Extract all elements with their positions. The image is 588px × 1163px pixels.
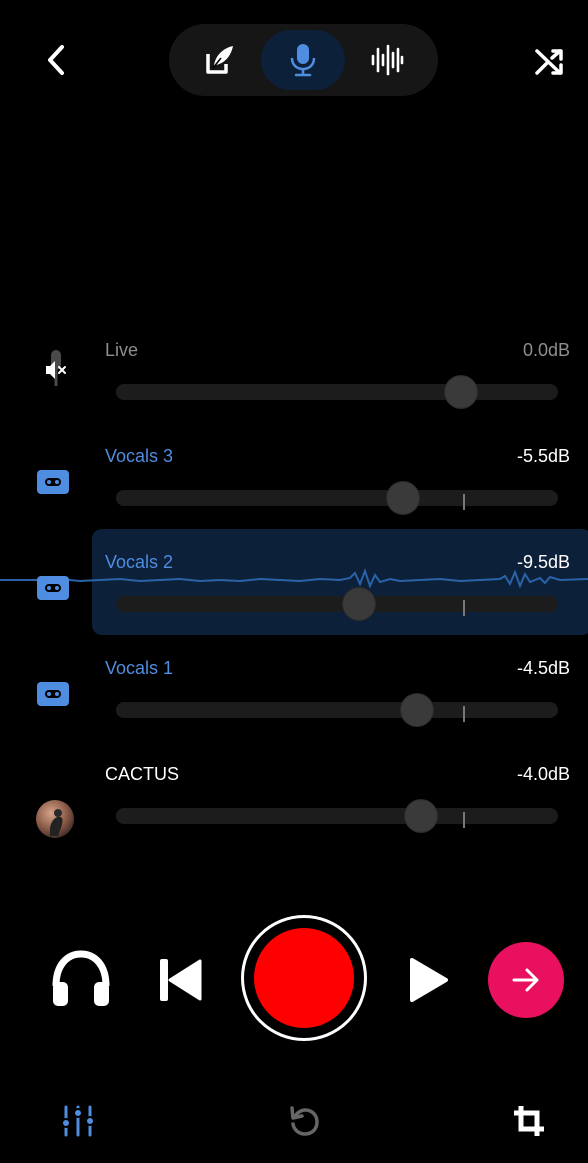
track-label: Vocals 2 [105, 552, 174, 572]
track-icon [40, 350, 72, 386]
cassette-icon [37, 470, 69, 494]
mixer-sliders-icon [61, 1105, 95, 1137]
next-button[interactable] [488, 942, 564, 1018]
track-label: Vocals 1 [105, 658, 174, 678]
cassette-icon [37, 682, 69, 706]
unity-gain-marker [463, 600, 465, 616]
volume-slider-handle[interactable] [387, 482, 420, 514]
headphones-button[interactable] [50, 950, 114, 1010]
track-row[interactable]: Live 0.0dB [0, 340, 588, 440]
unity-gain-marker [463, 812, 465, 828]
track-row[interactable]: CACTUS -4.0dB [0, 764, 588, 864]
waveform-icon [371, 44, 404, 76]
play-icon [410, 958, 448, 1002]
volume-slider-track[interactable] [116, 808, 558, 824]
skip-back-button[interactable] [158, 957, 202, 1003]
mixer-button[interactable] [61, 1104, 95, 1138]
unity-gain-marker [463, 494, 465, 510]
shuffle-button[interactable] [528, 40, 572, 84]
track-label: Live [105, 340, 139, 360]
volume-slider-handle[interactable] [444, 376, 477, 408]
track-db-value: -9.5dB [516, 552, 570, 572]
unity-gain-marker [463, 706, 465, 722]
cassette-icon [37, 576, 69, 600]
chevron-left-icon [48, 45, 64, 75]
waveform-mode-button[interactable] [345, 30, 429, 90]
volume-slider-track[interactable] [116, 490, 558, 506]
track-label: Vocals 3 [105, 446, 174, 466]
record-icon [254, 928, 354, 1028]
track-row[interactable]: Vocals 1 -4.5dB [0, 658, 588, 758]
track-icon [36, 800, 74, 838]
volume-slider-track[interactable] [116, 702, 558, 718]
track-icon [37, 576, 69, 604]
microphone-icon [290, 44, 316, 77]
edit-mode-button[interactable] [177, 30, 261, 90]
volume-slider-track[interactable] [116, 384, 558, 400]
volume-slider-handle[interactable] [404, 800, 437, 832]
shuffle-icon [535, 49, 563, 75]
avatar [36, 800, 74, 838]
track-label: CACTUS [105, 764, 180, 784]
play-button[interactable] [408, 956, 450, 1004]
arrow-right-icon [512, 968, 539, 992]
track-icon [37, 470, 69, 498]
mode-switcher [169, 24, 438, 96]
track-row[interactable]: Vocals 2 -9.5dB [0, 552, 588, 652]
volume-slider-track[interactable] [116, 596, 558, 612]
track-icon [37, 682, 69, 710]
track-db-value: -4.0dB [516, 764, 570, 784]
skip-back-icon [160, 959, 202, 1001]
crop-icon [514, 1106, 544, 1136]
track-db-value: 0.0dB [522, 340, 570, 360]
undo-button[interactable] [288, 1105, 320, 1137]
volume-slider-handle[interactable] [343, 588, 376, 620]
undo-icon [290, 1106, 319, 1136]
track-row[interactable]: Vocals 3 -5.5dB [0, 446, 588, 546]
crop-button[interactable] [512, 1104, 546, 1138]
record-mode-button[interactable] [261, 30, 345, 90]
muted-microphone-icon [46, 350, 66, 386]
track-db-value: -5.5dB [516, 446, 570, 466]
track-db-value: -4.5dB [516, 658, 570, 678]
headphones-icon [52, 950, 110, 1006]
edit-feather-icon [206, 46, 233, 74]
volume-slider-handle[interactable] [400, 694, 433, 726]
back-button[interactable] [36, 40, 76, 80]
